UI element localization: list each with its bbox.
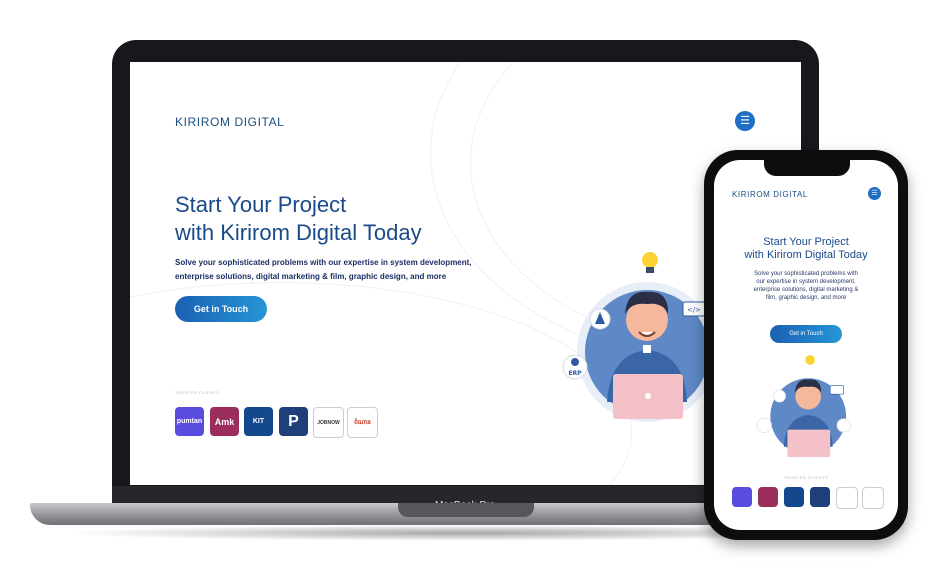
phone-developer-illustration	[756, 355, 851, 458]
design-tool-icon	[589, 308, 611, 330]
client-logo-p: P	[279, 407, 308, 436]
phone-client-logo-kirirom	[784, 487, 804, 507]
menu-icon[interactable]: ☰	[735, 111, 755, 131]
phone-client-logo-p	[810, 487, 830, 507]
headline-line-1: Start Your Project	[175, 192, 347, 217]
code-icon: </>	[682, 301, 706, 317]
phone-client-logo-amk	[758, 487, 778, 507]
client-logo-pumtan: pumtan	[175, 407, 204, 436]
phone-client-logo-pumtan	[732, 487, 752, 507]
client-logo-amk: Amk	[210, 407, 239, 436]
lightbulb-icon	[642, 252, 658, 273]
phone-headline-line-2: with Kirirom Digital Today	[744, 249, 868, 261]
phone-brand-logo[interactable]: KIRIROM DIGITAL	[732, 190, 808, 199]
phone-menu-icon[interactable]: ☰	[868, 187, 881, 200]
phone-headline-line-1: Start Your Project	[763, 236, 849, 248]
client-logo-khmer: ចំណាន	[347, 407, 378, 438]
phone-trusted-clients-label: TRUSTED CLIENTS	[783, 475, 829, 480]
client-logo-kirirom: KIT	[244, 407, 273, 436]
laptop-screen: KIRIROM DIGITAL ☰ Start Your Project wit…	[130, 62, 801, 485]
get-in-touch-button[interactable]: Get in Touch	[175, 296, 267, 322]
svg-text:ERP: ERP	[568, 370, 582, 377]
phone-subheading: Solve your sophisticated problems with o…	[753, 271, 859, 301]
phone-client-logo-jobnow	[836, 487, 858, 509]
subheading-line-1: Solve your sophisticated problems with o…	[175, 258, 472, 267]
phone-screen: KIRIROM DIGITAL ☰ Start Your Project wit…	[714, 160, 898, 530]
laptop-notch	[398, 503, 534, 517]
phone-get-in-touch-button[interactable]: Get in Touch	[770, 325, 842, 343]
subheading-line-2: enterprise solutions, digital marketing …	[175, 272, 447, 281]
brand-logo[interactable]: KIRIROM DIGITAL	[175, 115, 284, 129]
erp-gear-icon: ERP	[562, 354, 588, 380]
client-logo-jobnow: JOBNOW	[313, 407, 344, 438]
trusted-clients-label: TRUSTED CLIENTS	[175, 390, 220, 395]
svg-text:</>: </>	[687, 306, 701, 314]
headline-line-2: with Kirirom Digital Today	[175, 220, 422, 245]
phone-notch	[764, 158, 850, 176]
phone-client-logo-khmer	[862, 487, 884, 509]
